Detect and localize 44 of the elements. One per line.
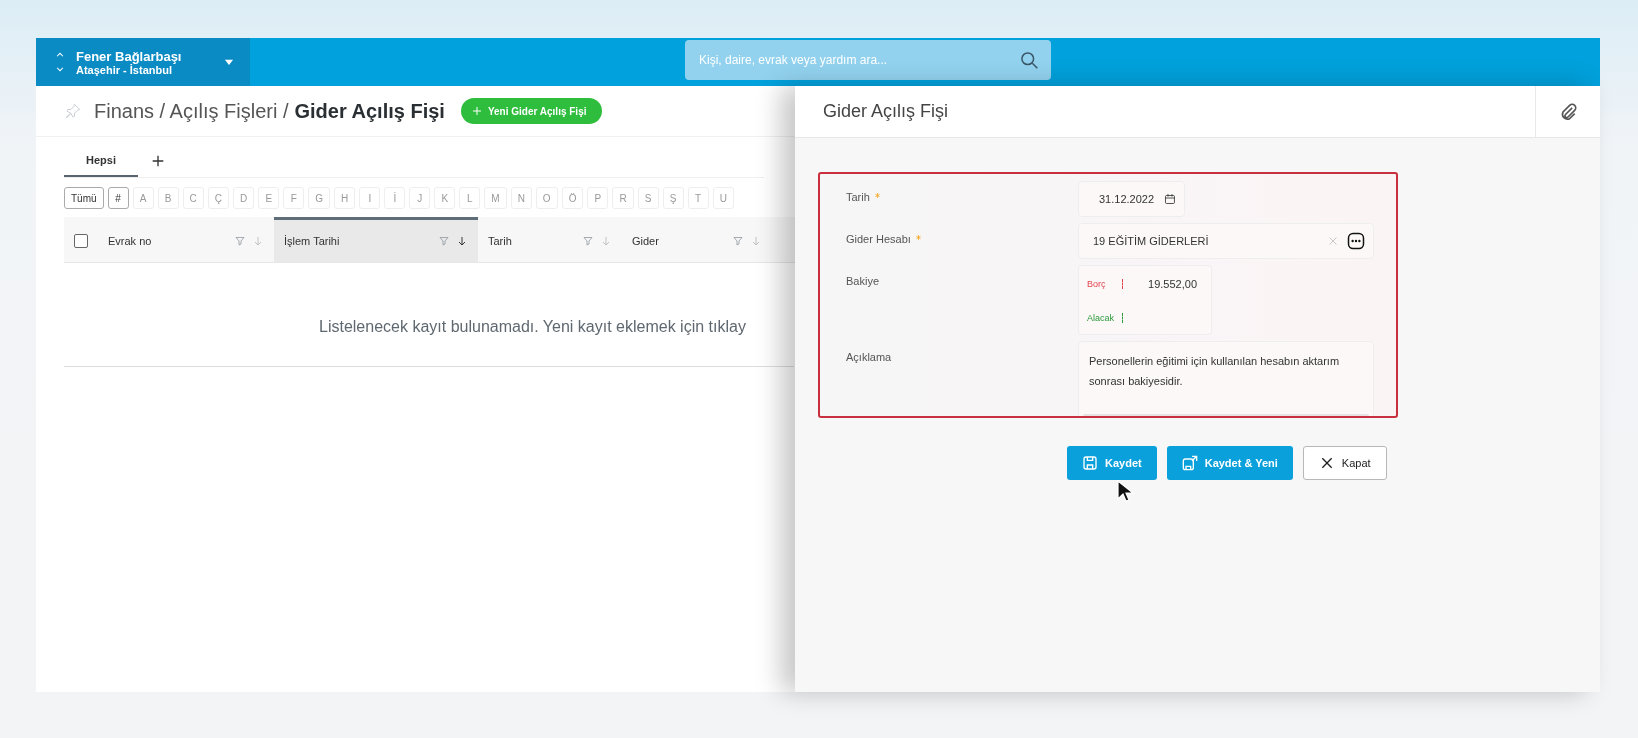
sort-arrow-icon <box>456 235 468 247</box>
save-icon <box>1082 455 1098 471</box>
save-new-icon <box>1181 455 1198 471</box>
letter-filter-button[interactable]: Tümü <box>64 187 104 209</box>
close-button[interactable]: Kapat <box>1302 446 1387 480</box>
location-selector[interactable]: Fener Bağlarbaşı Ataşehir - İstanbul <box>36 38 250 86</box>
plus-icon <box>470 105 483 117</box>
page-title: Gider Açılış Fişi <box>294 99 445 123</box>
sort-arrow-icon <box>750 235 762 247</box>
filter-icon <box>582 235 594 247</box>
field-label: Açıklama <box>846 351 892 363</box>
field-label: Tarih <box>846 191 870 203</box>
column-header[interactable]: Gider <box>622 217 772 262</box>
sort-arrow-icon <box>252 235 264 247</box>
column-header[interactable]: Evrak no <box>64 217 274 262</box>
letter-filter-button[interactable]: # <box>107 187 129 209</box>
account-field[interactable]: 19 EĞİTİM GİDERLERİ <box>1078 223 1374 259</box>
panel-title: Gider Açılış Fişi <box>822 101 950 122</box>
credit-label: Alacak <box>1079 312 1123 323</box>
column-header[interactable]: İşlem Tarihi <box>274 217 478 262</box>
chevron-up-icon <box>54 50 66 60</box>
column-header[interactable]: Tarih <box>478 217 622 262</box>
date-field[interactable]: 31.12.2022 <box>1078 181 1185 217</box>
filter-icon <box>732 235 744 247</box>
new-record-button[interactable]: Yeni Gider Açılış Fişi <box>460 98 603 124</box>
breadcrumb: Finans / Açılış Fişleri / <box>94 99 289 123</box>
search-field[interactable]: Kişi, daire, evrak veya yardım ara... <box>685 40 1051 80</box>
empty-message: Listelenecek kayıt bulunamadı. Yeni kayıt eklemek için tıklay <box>319 318 747 336</box>
save-button[interactable]: Kaydet <box>1067 446 1157 480</box>
more-options-icon[interactable] <box>1347 232 1365 250</box>
sort-arrow-icon <box>600 235 612 247</box>
filter-icon <box>234 235 246 247</box>
description-field[interactable]: Personellerin eğitimi için kullanılan hesabın aktarım sonrası bakiyesidir. <box>1078 341 1374 416</box>
debit-amount: 19.552,00 <box>1147 277 1198 290</box>
debit-label: Borç <box>1079 278 1123 289</box>
search-icon[interactable] <box>1019 50 1039 70</box>
pin-icon <box>64 102 82 120</box>
tab[interactable]: Hepsi <box>64 145 138 177</box>
save-and-new-button[interactable]: Kaydet & Yeni <box>1166 446 1293 480</box>
chevron-down-icon <box>54 64 66 74</box>
field-label: Gider Hesabı <box>846 233 911 245</box>
select-all-checkbox[interactable] <box>74 234 88 248</box>
field-label: Bakiye <box>846 275 880 287</box>
filter-icon <box>438 235 450 247</box>
